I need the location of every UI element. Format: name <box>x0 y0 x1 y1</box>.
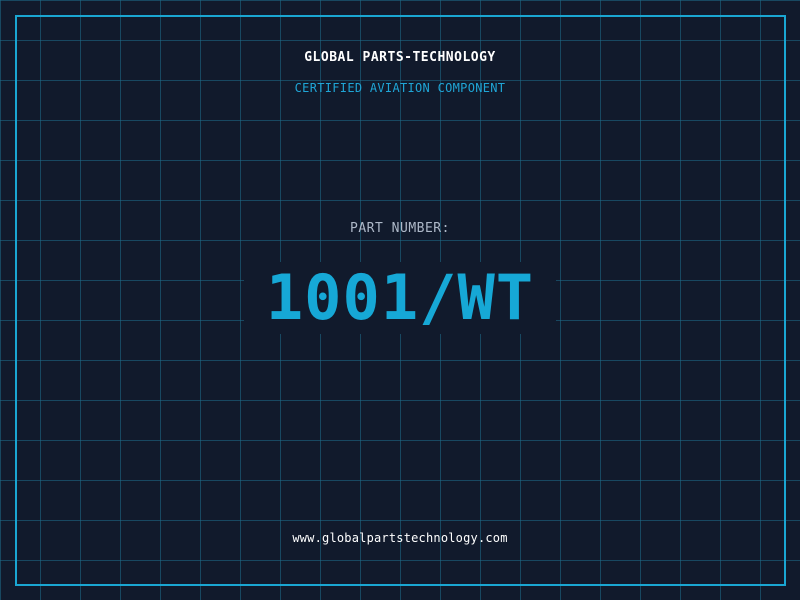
part-number-value: 1001/WT <box>265 261 535 334</box>
part-number-label: PART NUMBER: <box>350 221 450 236</box>
certification-subtitle: CERTIFIED AVIATION COMPONENT <box>294 81 506 95</box>
label-canvas: GLOBAL PARTS-TECHNOLOGY CERTIFIED AVIATI… <box>0 0 800 600</box>
part-number-box: 1001/WT <box>244 262 556 334</box>
website-url: www.globalpartstechnology.com <box>292 531 508 545</box>
company-name: GLOBAL PARTS-TECHNOLOGY <box>304 50 496 65</box>
